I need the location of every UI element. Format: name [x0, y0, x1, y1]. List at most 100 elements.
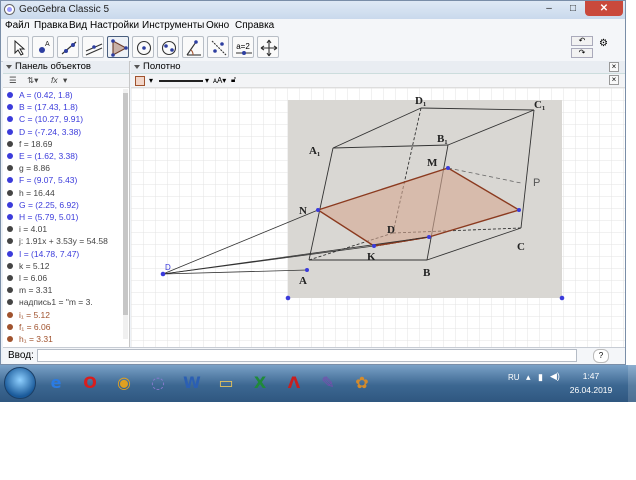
move-tool[interactable]: [7, 36, 29, 58]
menu-view[interactable]: Вид: [69, 20, 87, 31]
algebra-object-row[interactable]: надпись1 = "m = 3.: [3, 296, 121, 308]
visibility-dot-icon[interactable]: [7, 140, 13, 147]
algebra-object-row[interactable]: i = 4.01: [3, 223, 121, 235]
undo-button[interactable]: ↶: [571, 36, 593, 46]
algebra-object-row[interactable]: h = 16.44: [3, 187, 121, 199]
visibility-dot-icon[interactable]: [7, 128, 13, 135]
show-desktop-button[interactable]: [628, 365, 636, 402]
maximize-button[interactable]: □: [561, 1, 585, 16]
volume-icon[interactable]: ◀): [550, 371, 560, 382]
menu-edit[interactable]: Правка: [34, 20, 68, 31]
algebra-object-row[interactable]: D = (-7.24, 3.38): [3, 126, 121, 138]
visibility-dot-icon[interactable]: [7, 189, 13, 196]
menu-help[interactable]: Справка: [235, 20, 274, 31]
algebra-object-row[interactable]: A = (0.42, 1.8): [3, 89, 121, 101]
menu-window[interactable]: Окно: [206, 20, 229, 31]
algebra-object-row[interactable]: i₁ = 5.12: [3, 309, 121, 321]
close-button[interactable]: ✕: [585, 1, 623, 16]
ellipse-tool[interactable]: [157, 36, 179, 58]
visibility-dot-icon[interactable]: [7, 177, 13, 184]
redo-button[interactable]: ↷: [571, 48, 593, 58]
taskbar-paint-button[interactable]: ✿: [346, 368, 378, 398]
algebra-object-row[interactable]: H = (5.79, 5.01): [3, 211, 121, 223]
graphics-canvas[interactable]: D D₁ C₁ A₁ B₁ M N D K C A B P: [131, 88, 625, 347]
close-icon[interactable]: ×: [609, 75, 619, 85]
tray-arrow-icon[interactable]: ▴: [526, 372, 531, 383]
sort-icon[interactable]: ⇅▾: [27, 75, 38, 86]
line-tool[interactable]: [57, 36, 79, 58]
language-indicator[interactable]: RU: [508, 373, 520, 382]
clock-time[interactable]: 1:47: [568, 371, 614, 381]
collapse-triangle-icon[interactable]: [134, 65, 140, 69]
algebra-object-row[interactable]: F = (9.07, 5.43): [3, 174, 121, 186]
algebra-object-row[interactable]: f₁ = 6.06: [3, 321, 121, 333]
reflect-tool[interactable]: [207, 36, 229, 58]
taskbar-opera-button[interactable]: O: [74, 368, 106, 398]
visibility-dot-icon[interactable]: [7, 262, 13, 269]
geometry-drawing[interactable]: D D₁ C₁ A₁ B₁ M N D K C A B P: [131, 88, 625, 347]
visibility-dot-icon[interactable]: [7, 311, 13, 318]
visibility-dot-icon[interactable]: [7, 214, 13, 220]
start-button[interactable]: [4, 367, 36, 399]
menu-settings[interactable]: Настройки: [90, 20, 139, 31]
visibility-dot-icon[interactable]: [7, 226, 13, 233]
line-style-icon[interactable]: [159, 80, 203, 82]
visibility-dot-icon[interactable]: [7, 116, 13, 123]
slider-tool[interactable]: a=2: [232, 36, 254, 58]
collapse-triangle-icon[interactable]: [6, 65, 12, 69]
menu-tools[interactable]: Инструменты: [142, 20, 204, 31]
network-icon[interactable]: ▮: [538, 372, 543, 383]
taskbar-chrome-button[interactable]: ◉: [108, 368, 140, 398]
menu-file[interactable]: Файл: [5, 20, 30, 31]
algebra-object-row[interactable]: l = 6.06: [3, 272, 121, 284]
visibility-dot-icon[interactable]: [7, 287, 13, 294]
algebra-object-row[interactable]: h₁ = 3.31: [3, 333, 121, 345]
visibility-dot-icon[interactable]: [7, 165, 13, 172]
visibility-dot-icon[interactable]: [7, 323, 13, 330]
visibility-dot-icon[interactable]: [7, 250, 13, 257]
chevron-down-icon[interactable]: ▾: [63, 75, 67, 86]
perpendicular-line-tool[interactable]: [82, 36, 104, 58]
algebra-object-row[interactable]: B = (17.43, 1.8): [3, 101, 121, 113]
algebra-object-row[interactable]: g = 8.86: [3, 162, 121, 174]
taskbar-word-button[interactable]: W: [176, 368, 208, 398]
algebra-object-row[interactable]: f = 18.69: [3, 138, 121, 150]
angle-tool[interactable]: [182, 36, 204, 58]
algebra-object-row[interactable]: I = (14.78, 7.47): [3, 248, 121, 260]
algebra-object-row[interactable]: m = 3.31: [3, 284, 121, 296]
visibility-dot-icon[interactable]: [7, 104, 13, 111]
minimize-button[interactable]: –: [537, 1, 561, 16]
gear-icon[interactable]: ⚙: [599, 38, 608, 49]
algebra-object-row[interactable]: G = (2.25, 6.92): [3, 199, 121, 211]
algebra-scrollbar[interactable]: [123, 89, 128, 339]
fx-icon[interactable]: fx: [51, 75, 58, 85]
visibility-dot-icon[interactable]: [7, 275, 13, 281]
point-tool[interactable]: A: [32, 36, 54, 58]
polygon-tool[interactable]: [107, 36, 129, 58]
scrollbar-thumb[interactable]: [123, 93, 128, 315]
color-swatch-icon[interactable]: [135, 76, 145, 86]
taskbar-explorer-button[interactable]: ▭: [210, 368, 242, 398]
algebra-object-row[interactable]: E = (1.62, 3.38): [3, 150, 121, 162]
text-size-icon[interactable]: ᴀA▾: [213, 76, 226, 85]
circle-tool[interactable]: [132, 36, 154, 58]
toggle-auxiliary-icon[interactable]: ☰: [9, 75, 17, 86]
input-field[interactable]: [37, 349, 577, 362]
algebra-object-row[interactable]: j: 1.91x + 3.53y = 54.58: [3, 235, 121, 247]
chevron-down-icon[interactable]: ▾: [149, 76, 153, 85]
clock-date[interactable]: 26.04.2019: [568, 385, 614, 395]
visibility-dot-icon[interactable]: [7, 201, 13, 208]
algebra-object-row[interactable]: k = 5.12: [3, 260, 121, 272]
chevron-down-icon[interactable]: ▾: [205, 76, 209, 85]
visibility-dot-icon[interactable]: [7, 153, 13, 159]
visibility-dot-icon[interactable]: [7, 92, 13, 98]
taskbar-ie-button[interactable]: e: [40, 368, 72, 398]
visibility-dot-icon[interactable]: [7, 299, 13, 306]
close-icon[interactable]: ×: [609, 62, 619, 72]
taskbar-geogebra-button[interactable]: ◌: [142, 368, 174, 398]
lock-icon[interactable]: 🔓︎: [231, 75, 236, 85]
visibility-dot-icon[interactable]: [7, 336, 13, 342]
help-button[interactable]: ?: [593, 349, 609, 363]
algebra-object-row[interactable]: C = (10.27, 9.91): [3, 113, 121, 125]
taskbar-pdf-button[interactable]: Λ: [278, 368, 310, 398]
